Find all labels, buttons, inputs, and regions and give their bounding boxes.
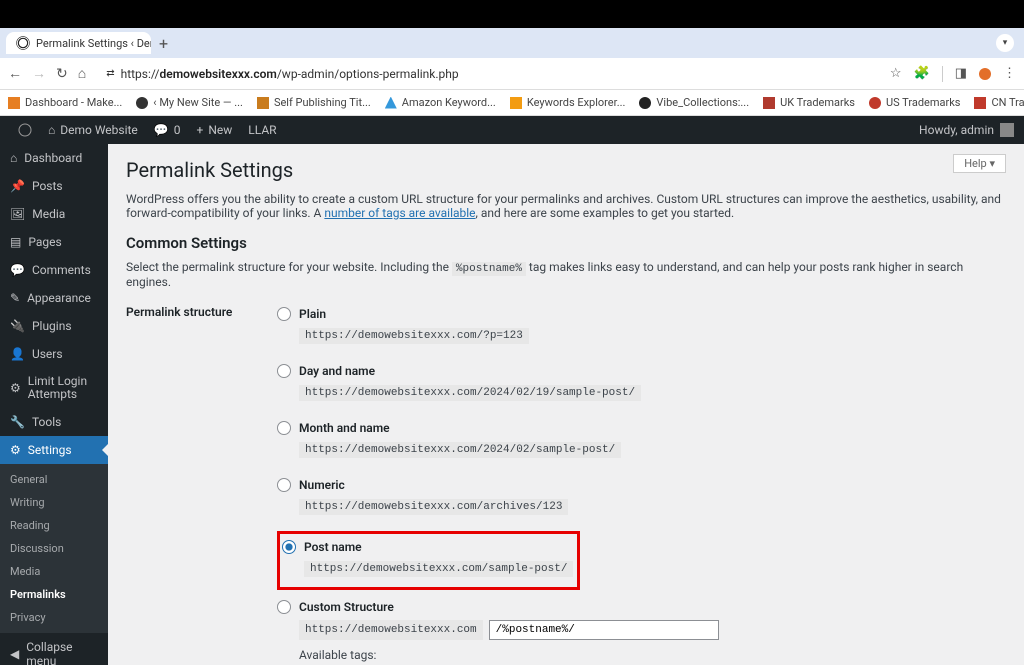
bookmark-bar: Dashboard - Make... ‹ My New Site — ... …	[0, 90, 1024, 116]
wp-logo-icon[interactable]	[10, 123, 40, 137]
submenu-writing[interactable]: Writing	[0, 491, 108, 514]
sidebar-item-comments[interactable]: 💬Comments	[0, 256, 108, 284]
radio-icon[interactable]	[277, 421, 291, 435]
submenu-discussion[interactable]: Discussion	[0, 537, 108, 560]
browser-tab-strip: Permalink Settings ‹ Demo W ✕ + ▾	[0, 28, 1024, 58]
option-month-and-name[interactable]: Month and name https://demowebsitexxx.co…	[277, 417, 1006, 462]
submenu-permalinks[interactable]: Permalinks	[0, 583, 108, 606]
new-tab-button[interactable]: +	[155, 30, 172, 57]
help-button[interactable]: Help ▾	[953, 154, 1006, 173]
option-url-example: https://demowebsitexxx.com/?p=123	[299, 328, 529, 344]
bookmark-item[interactable]: Keywords Explorer...	[510, 96, 626, 109]
wp-content-area: Help ▾ Permalink Settings WordPress offe…	[108, 144, 1024, 665]
sidebar-item-media[interactable]: 🖼Media	[0, 200, 108, 228]
submenu-general[interactable]: General	[0, 468, 108, 491]
toolbar-actions: ☆ 🧩 ◨ ⋮	[890, 66, 1016, 82]
radio-icon[interactable]	[277, 600, 291, 614]
highlighted-option: Post name https://demowebsitexxx.com/sam…	[277, 531, 580, 590]
option-post-name[interactable]: Post name https://demowebsitexxx.com/sam…	[282, 536, 573, 581]
bookmark-item[interactable]: UK Trademarks	[763, 96, 855, 109]
bookmark-item[interactable]: Dashboard - Make...	[8, 96, 122, 109]
bookmark-item[interactable]: Vibe_Collections:...	[639, 96, 749, 109]
bookmark-item[interactable]: Self Publishing Tit...	[257, 96, 371, 109]
home-button[interactable]: ⌂	[78, 65, 86, 82]
collapse-menu-button[interactable]: ◀Collapse menu	[0, 633, 108, 665]
site-settings-icon[interactable]: ⇄	[106, 68, 114, 79]
radio-icon[interactable]	[282, 540, 296, 554]
bookmark-item[interactable]: CN Trademarks	[974, 96, 1024, 109]
radio-icon[interactable]	[277, 307, 291, 321]
option-day-and-name[interactable]: Day and name https://demowebsitexxx.com/…	[277, 360, 1006, 405]
sidebar-item-plugins[interactable]: 🔌Plugins	[0, 312, 108, 340]
sidebar-item-users[interactable]: 👤Users	[0, 340, 108, 368]
new-content-link[interactable]: +New	[189, 123, 241, 137]
section-heading: Common Settings	[126, 234, 1006, 252]
sidebar-item-appearance[interactable]: ✎Appearance	[0, 284, 108, 312]
tags-link[interactable]: number of tags are available	[324, 206, 475, 220]
custom-structure-input[interactable]	[489, 620, 719, 640]
tab-title: Permalink Settings ‹ Demo W	[36, 37, 151, 50]
settings-submenu: General Writing Reading Discussion Media…	[0, 464, 108, 633]
account-icon[interactable]	[979, 68, 991, 80]
address-bar[interactable]: ⇄ https://demowebsitexxx.com/wp-admin/op…	[96, 61, 880, 87]
llar-link[interactable]: LLAR	[240, 123, 284, 137]
bookmark-item[interactable]: ‹ My New Site — ...	[136, 96, 243, 109]
intro-text: WordPress offers you the ability to crea…	[126, 192, 1006, 220]
sidebar-item-posts[interactable]: 📌Posts	[0, 172, 108, 200]
radio-icon[interactable]	[277, 364, 291, 378]
custom-base-url: https://demowebsitexxx.com	[299, 620, 483, 640]
submenu-reading[interactable]: Reading	[0, 514, 108, 537]
option-url-example: https://demowebsitexxx.com/2024/02/sampl…	[299, 442, 621, 458]
option-numeric[interactable]: Numeric https://demowebsitexxx.com/archi…	[277, 474, 1006, 519]
panel-icon[interactable]: ◨	[955, 66, 967, 81]
sidebar-item-llar[interactable]: ⚙Limit Login Attempts	[0, 368, 108, 408]
structure-label: Permalink structure	[126, 303, 241, 665]
option-url-example: https://demowebsitexxx.com/archives/123	[299, 499, 568, 515]
option-custom[interactable]: Custom Structure https://demowebsitexxx.…	[277, 596, 1006, 665]
wordpress-favicon	[16, 36, 30, 50]
page-title: Permalink Settings	[126, 158, 1006, 182]
avatar-icon[interactable]	[1000, 123, 1014, 137]
tabs-dropdown-button[interactable]: ▾	[996, 34, 1014, 52]
submenu-media[interactable]: Media	[0, 560, 108, 583]
star-icon[interactable]: ☆	[890, 66, 902, 81]
option-plain[interactable]: Plain https://demowebsitexxx.com/?p=123	[277, 303, 1006, 348]
option-url-example: https://demowebsitexxx.com/sample-post/	[304, 561, 573, 577]
sidebar-item-settings[interactable]: ⚙Settings	[0, 436, 108, 464]
back-button[interactable]: ←	[8, 65, 22, 82]
menu-icon[interactable]: ⋮	[1003, 66, 1016, 81]
reload-button[interactable]: ↻	[56, 66, 68, 82]
submenu-privacy[interactable]: Privacy	[0, 606, 108, 629]
extensions-icon[interactable]: 🧩	[914, 66, 930, 81]
browser-tab[interactable]: Permalink Settings ‹ Demo W ✕	[6, 32, 151, 54]
tags-label: Available tags:	[299, 648, 1006, 662]
url-text: https://demowebsitexxx.com/wp-admin/opti…	[121, 67, 459, 81]
wp-admin-sidebar: ⌂Dashboard 📌Posts 🖼Media ▤Pages 💬Comment…	[0, 144, 108, 665]
section-description: Select the permalink structure for your …	[126, 260, 1006, 289]
wp-admin-bar: ⌂Demo Website 💬0 +New LLAR Howdy, admin	[0, 116, 1024, 144]
option-url-example: https://demowebsitexxx.com/2024/02/19/sa…	[299, 385, 641, 401]
sidebar-item-dashboard[interactable]: ⌂Dashboard	[0, 144, 108, 172]
sidebar-item-pages[interactable]: ▤Pages	[0, 228, 108, 256]
radio-icon[interactable]	[277, 478, 291, 492]
comments-link[interactable]: 💬0	[146, 123, 189, 137]
bookmark-item[interactable]: Amazon Keyword...	[385, 96, 496, 109]
bookmark-item[interactable]: US Trademarks	[869, 96, 960, 109]
browser-toolbar: ← → ↻ ⌂ ⇄ https://demowebsitexxx.com/wp-…	[0, 58, 1024, 90]
howdy-text[interactable]: Howdy, admin	[919, 123, 994, 137]
sidebar-item-tools[interactable]: 🔧Tools	[0, 408, 108, 436]
site-link[interactable]: ⌂Demo Website	[40, 123, 146, 137]
forward-button[interactable]: →	[32, 65, 46, 82]
